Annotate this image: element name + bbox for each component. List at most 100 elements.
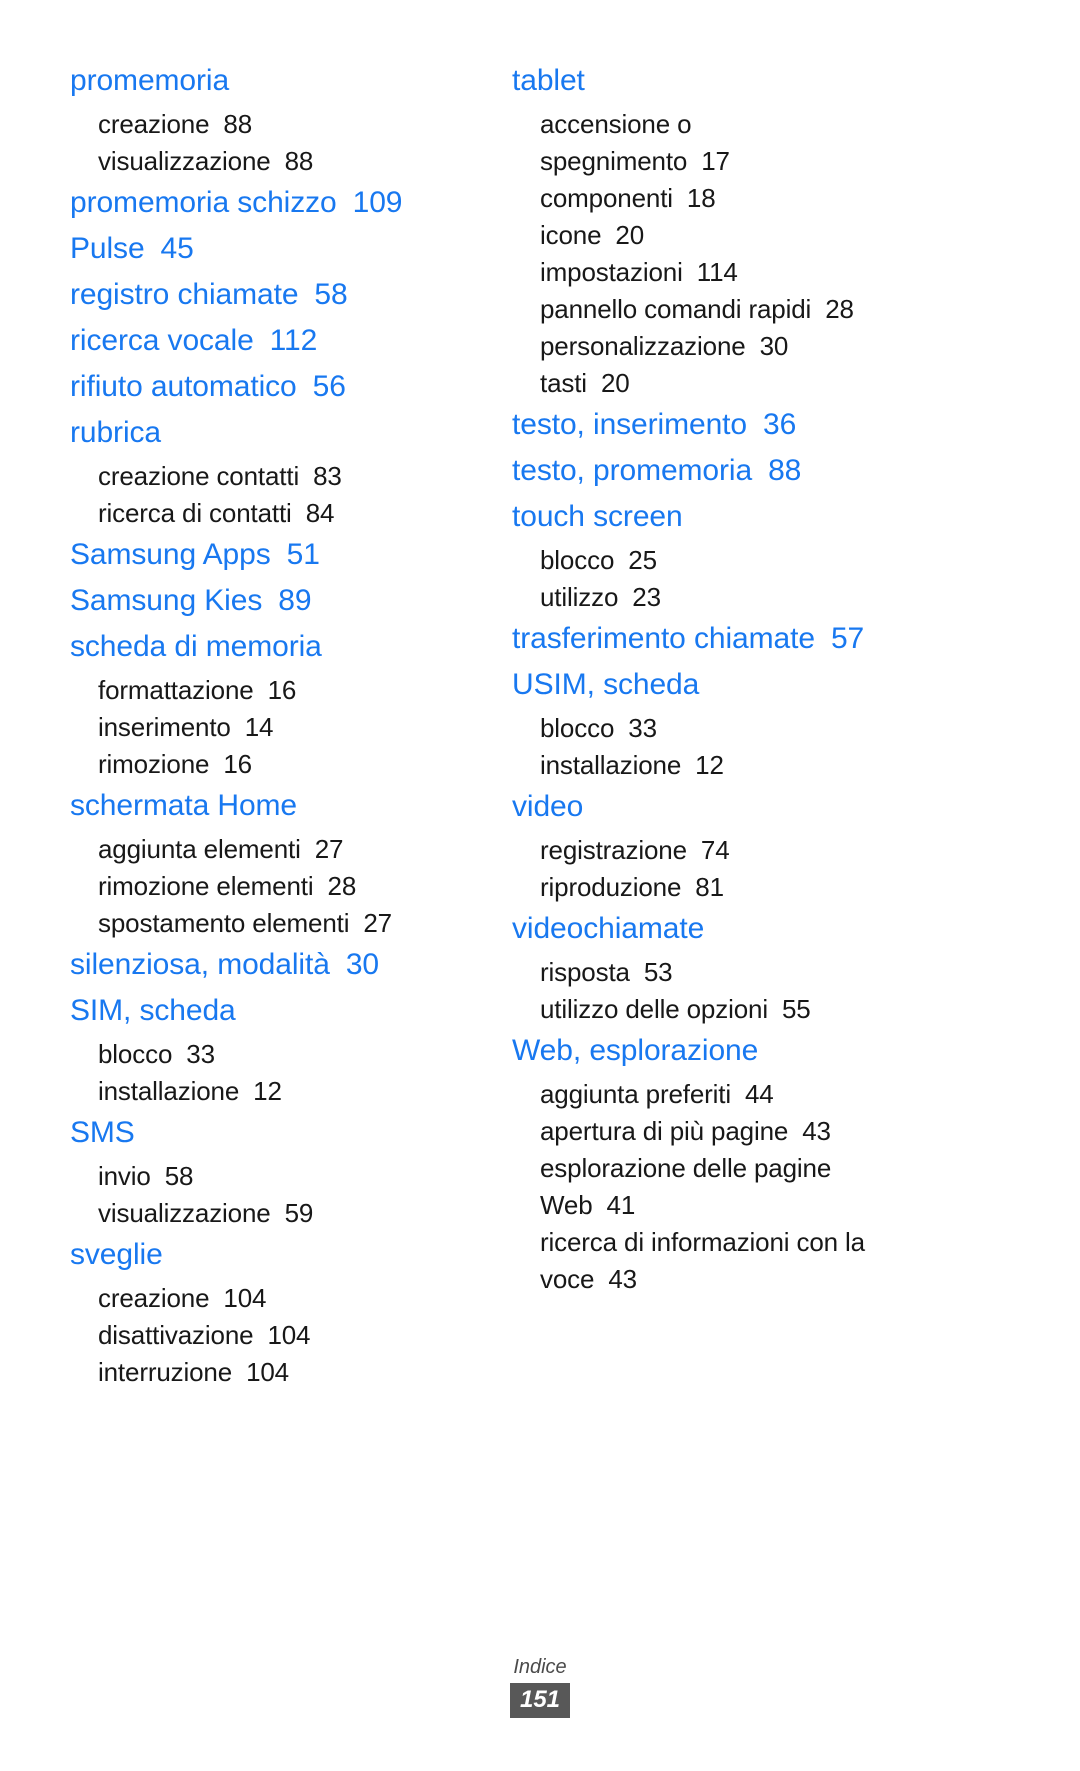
index-subentry-list: risposta 53 utilizzo delle opzioni 55 [512, 954, 912, 1028]
subterm-text: riproduzione [540, 872, 682, 902]
index-subentry[interactable]: componenti 18 [512, 180, 912, 217]
index-subentry[interactable]: creazione 88 [70, 106, 470, 143]
index-subentry[interactable]: blocco 33 [512, 710, 912, 747]
index-subentry[interactable]: personalizzazione 30 [512, 328, 912, 365]
index-entry-term[interactable]: touch screen [512, 494, 912, 540]
index-entry-term[interactable]: registro chiamate 58 [70, 272, 470, 318]
subterm-text: disattivazione [98, 1320, 254, 1350]
index-columns: promemoria creazione 88 visualizzazione 88 pr… [70, 58, 1010, 1391]
index-entry-term[interactable]: testo, promemoria 88 [512, 448, 912, 494]
index-subentry-page-number: 12 [253, 1076, 282, 1106]
index-entry-term[interactable]: ricerca vocale 112 [70, 318, 470, 364]
index-entry-term[interactable]: scheda di memoria [70, 624, 470, 670]
index-entry-term[interactable]: promemoria [70, 58, 470, 104]
index-entry-term[interactable]: schermata Home [70, 783, 470, 829]
index-page: promemoria creazione 88 visualizzazione 88 pr… [0, 0, 1080, 1771]
subterm-text: utilizzo [540, 582, 619, 612]
subterm-text: risposta [540, 957, 630, 987]
index-subentry[interactable]: blocco 25 [512, 542, 912, 579]
index-subentry-list: creazione 104 disattivazione 104 interruzion… [70, 1280, 470, 1391]
index-subentry[interactable]: utilizzo delle opzioni 55 [512, 991, 912, 1028]
index-entry-term[interactable]: videochiamate [512, 906, 912, 952]
index-subentry[interactable]: creazione 104 [70, 1280, 470, 1317]
index-entry: USIM, scheda blocco 33 installazione 12 [512, 662, 912, 784]
index-subentry[interactable]: formattazione 16 [70, 672, 470, 709]
index-subentry[interactable]: visualizzazione 59 [70, 1195, 470, 1232]
subterm-text: blocco [540, 545, 615, 575]
subterm-text: icone [540, 220, 602, 250]
index-entry: ricerca vocale 112 [70, 318, 470, 364]
index-subentry[interactable]: esplorazione delle pagine [512, 1150, 912, 1187]
subterm-continuation-text: voce [540, 1264, 595, 1294]
index-subentry[interactable]: rimozione 16 [70, 746, 470, 783]
index-subentry[interactable]: riproduzione 81 [512, 869, 912, 906]
index-subentry-page-number: 55 [781, 994, 811, 1024]
index-subentry-page-number: 20 [600, 368, 630, 398]
index-subentry-page-number: 28 [327, 871, 357, 901]
index-subentry[interactable]: registrazione 74 [512, 832, 912, 869]
term-text: schermata Home [70, 789, 298, 822]
index-subentry[interactable]: risposta 53 [512, 954, 912, 991]
index-entry-term[interactable]: silenziosa, modalità 30 [70, 942, 470, 988]
index-subentry[interactable]: ricerca di informazioni con la [512, 1224, 912, 1261]
index-subentry[interactable]: icone 20 [512, 217, 912, 254]
index-subentry[interactable]: rimozione elementi 28 [70, 868, 470, 905]
index-entry: schermata Home aggiunta elementi 27 rimozio… [70, 783, 470, 942]
index-subentry[interactable]: accensione o [512, 106, 912, 143]
index-entry: Samsung Apps 51 [70, 532, 470, 578]
index-entry-term[interactable]: sveglie [70, 1232, 470, 1278]
index-subentry[interactable]: interruzione 104 [70, 1354, 470, 1391]
index-entry-term[interactable]: SMS [70, 1110, 470, 1156]
index-entry-term[interactable]: SIM, scheda [70, 988, 470, 1034]
index-subentry[interactable]: aggiunta preferiti 44 [512, 1076, 912, 1113]
index-subentry[interactable]: inserimento 14 [70, 709, 470, 746]
index-subentry-continuation[interactable]: spegnimento 17 [512, 143, 912, 180]
index-subentry[interactable]: blocco 33 [70, 1036, 470, 1073]
index-subentry-continuation[interactable]: Web 41 [512, 1187, 912, 1224]
index-subentry-page-number: 28 [825, 294, 854, 324]
index-subentry[interactable]: invio 58 [70, 1158, 470, 1195]
index-entry-term[interactable]: rifiuto automatico 56 [70, 364, 470, 410]
index-subentry[interactable]: aggiunta elementi 27 [70, 831, 470, 868]
subterm-text: apertura di più pagine [540, 1116, 789, 1146]
index-subentry-continuation[interactable]: voce 43 [512, 1261, 912, 1298]
index-subentry[interactable]: disattivazione 104 [70, 1317, 470, 1354]
index-entry-term[interactable]: tablet [512, 58, 912, 104]
subterm-continuation-text: Web [540, 1190, 593, 1220]
index-subentry[interactable]: pannello comandi rapidi 28 [512, 291, 912, 328]
index-subentry[interactable]: ricerca di contatti 84 [70, 495, 470, 532]
index-subentry[interactable]: installazione 12 [70, 1073, 470, 1110]
index-entry-term[interactable]: trasferimento chiamate 57 [512, 616, 912, 662]
term-text: USIM, scheda [512, 668, 700, 701]
index-entry-page-number: 112 [269, 324, 318, 357]
footer-section-label: Indice [513, 1656, 567, 1678]
index-entry-term[interactable]: rubrica [70, 410, 470, 456]
subterm-text: esplorazione delle pagine [540, 1153, 832, 1183]
index-entry-term[interactable]: Samsung Kies 89 [70, 578, 470, 624]
index-entry-page-number: 45 [160, 232, 194, 265]
index-subentry[interactable]: visualizzazione 88 [70, 143, 470, 180]
index-subentry[interactable]: creazione contatti 83 [70, 458, 470, 495]
term-text: Samsung Kies [70, 584, 263, 617]
index-entry-term[interactable]: Web, esplorazione [512, 1028, 912, 1074]
index-entry-term[interactable]: promemoria schizzo 109 [70, 180, 470, 226]
index-entry-term[interactable]: Samsung Apps 51 [70, 532, 470, 578]
index-entry-term[interactable]: testo, inserimento 36 [512, 402, 912, 448]
index-entry: silenziosa, modalità 30 [70, 942, 470, 988]
subterm-text: personalizzazione [540, 331, 746, 361]
index-subentry[interactable]: tasti 20 [512, 365, 912, 402]
index-entry-term[interactable]: video [512, 784, 912, 830]
index-subentry[interactable]: apertura di più pagine 43 [512, 1113, 912, 1150]
index-subentry[interactable]: impostazioni 114 [512, 254, 912, 291]
index-subentry[interactable]: spostamento elementi 27 [70, 905, 470, 942]
term-text: SMS [70, 1116, 135, 1149]
term-text: trasferimento chiamate [512, 622, 815, 655]
subterm-text: impostazioni [540, 257, 683, 287]
index-subentry[interactable]: installazione 12 [512, 747, 912, 784]
index-entry-term[interactable]: USIM, scheda [512, 662, 912, 708]
index-subentry-page-number: 104 [223, 1283, 267, 1313]
subterm-text: utilizzo delle opzioni [540, 994, 768, 1024]
index-subentry[interactable]: utilizzo 23 [512, 579, 912, 616]
index-entry-term[interactable]: Pulse 45 [70, 226, 470, 272]
index-entry-page-number: 36 [762, 408, 797, 441]
